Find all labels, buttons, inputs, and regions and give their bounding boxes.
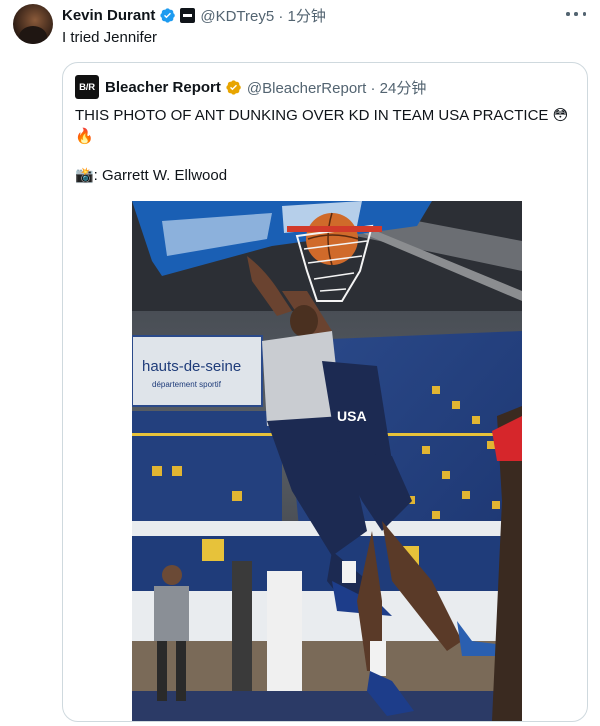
quoted-tweet-text: THIS PHOTO OF ANT DUNKING OVER KD IN TEA… xyxy=(75,105,575,186)
verified-gold-badge-icon xyxy=(226,79,241,95)
banner-text: hauts-de-seine xyxy=(142,358,241,375)
banner-subtext: département sportif xyxy=(152,380,222,389)
quoted-text-line-2: 🔥 xyxy=(75,128,94,145)
author-name[interactable]: Kevin Durant xyxy=(62,7,155,24)
dunk-photo[interactable]: hauts-de-seine département sportif USA xyxy=(132,201,522,721)
quoted-author-avatar: B/R xyxy=(75,75,99,99)
more-options-icon[interactable] xyxy=(566,6,586,22)
affiliate-badge-icon[interactable] xyxy=(180,7,196,23)
quoted-tweet-header: B/R Bleacher Report @BleacherReport · 24… xyxy=(75,75,426,99)
tweet-header: Kevin Durant @KDTrey5 · 1分钟 xyxy=(62,4,326,26)
quoted-author-handle-time: @BleacherReport · 24分钟 xyxy=(246,79,427,97)
author-handle-time[interactable]: @KDTrey5 · 1分钟 xyxy=(200,5,326,26)
quoted-text-line-1: THIS PHOTO OF ANT DUNKING OVER KD IN TEA… xyxy=(75,107,569,124)
tweet-text: I tried Jennifer xyxy=(62,29,158,46)
jersey-text: USA xyxy=(337,408,367,424)
quoted-photo-credit: 📸: Garrett W. Ellwood xyxy=(75,167,228,184)
verified-badge-icon xyxy=(160,7,176,23)
quoted-tweet-card[interactable]: B/R Bleacher Report @BleacherReport · 24… xyxy=(62,62,588,722)
quoted-author-name: Bleacher Report xyxy=(105,78,221,96)
author-avatar[interactable] xyxy=(13,4,53,44)
